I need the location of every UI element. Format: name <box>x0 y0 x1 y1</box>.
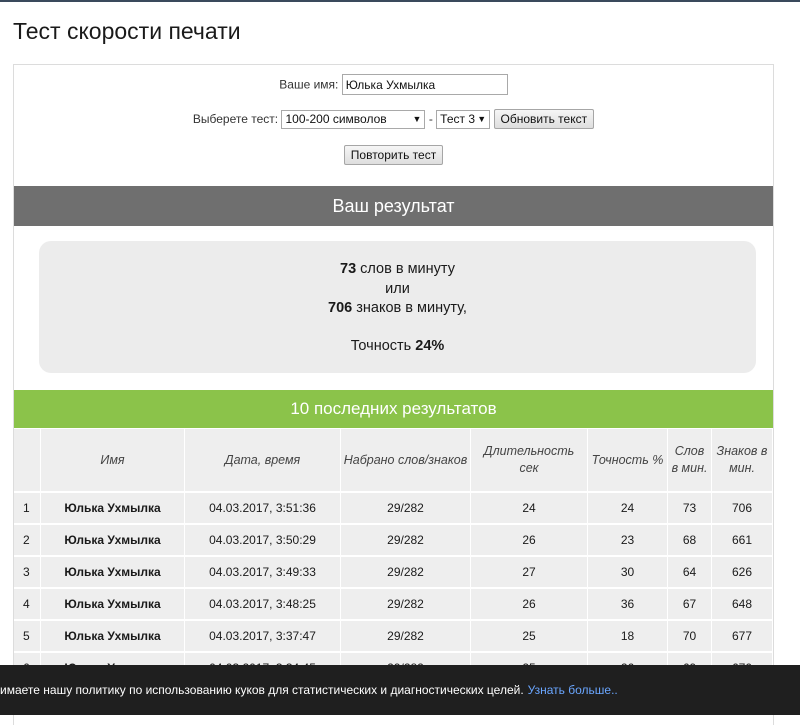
row-duration: 27 <box>471 555 588 587</box>
accuracy-label: Точность <box>350 338 416 354</box>
table-row: 1 Юлька Ухмылка 04.03.2017, 3:51:36 29/2… <box>14 491 773 523</box>
row-typed: 29/282 <box>341 523 471 555</box>
cookie-notice-bar: имаете нашу политику по использованию ку… <box>0 665 800 715</box>
row-wpm: 73 <box>668 491 712 523</box>
result-box: 73 слов в минуту или 706 знаков в минуту… <box>39 241 756 373</box>
row-number: 3 <box>14 555 41 587</box>
row-cpm: 706 <box>712 491 773 523</box>
col-header-cpm: Знаков в мин. <box>712 429 773 491</box>
row-accuracy: 30 <box>588 555 668 587</box>
cpm-value: 706 <box>328 300 353 316</box>
cookie-learn-more-link[interactable]: Узнать больше.. <box>528 683 618 697</box>
repeat-row: Повторить тест <box>14 145 773 165</box>
table-row: 3 Юлька Ухмылка 04.03.2017, 3:49:33 29/2… <box>14 555 773 587</box>
test-panel: Ваше имя: Выберете тест: 100-200 символо… <box>13 64 774 725</box>
wpm-line: 73 слов в минуту <box>39 261 756 277</box>
row-cpm: 648 <box>712 587 773 619</box>
test-length-select[interactable]: 100-200 символов ▼ <box>281 109 426 129</box>
table-row: 4 Юлька Ухмылка 04.03.2017, 3:48:25 29/2… <box>14 587 773 619</box>
col-header-wpm: Слов в мин. <box>668 429 712 491</box>
row-number: 2 <box>14 523 41 555</box>
separator: - <box>428 112 433 126</box>
row-accuracy: 36 <box>588 587 668 619</box>
col-header-duration: Длительность сек <box>471 429 588 491</box>
test-number-value: Тест 3 <box>440 111 475 126</box>
col-header-typed: Набрано слов/знаков <box>341 429 471 491</box>
test-label: Выберете тест: <box>192 112 279 126</box>
row-datetime: 04.03.2017, 3:50:29 <box>185 523 341 555</box>
row-duration: 26 <box>471 587 588 619</box>
col-header-accuracy: Точность % <box>588 429 668 491</box>
test-number-select[interactable]: Тест 3 ▼ <box>436 109 491 129</box>
accuracy-value: 24% <box>415 338 445 354</box>
cpm-line: 706 знаков в минуту, <box>39 300 756 316</box>
row-wpm: 68 <box>668 523 712 555</box>
row-cpm: 677 <box>712 619 773 651</box>
page-title: Тест скорости печати <box>13 18 241 44</box>
dropdown-arrow-icon: ▼ <box>412 113 422 124</box>
row-name: Юлька Ухмылка <box>41 619 185 651</box>
row-datetime: 04.03.2017, 3:49:33 <box>185 555 341 587</box>
col-header-name: Имя <box>41 429 185 491</box>
name-row: Ваше имя: <box>14 74 773 95</box>
name-label: Ваше имя: <box>279 77 339 92</box>
row-datetime: 04.03.2017, 3:48:25 <box>185 587 341 619</box>
row-datetime: 04.03.2017, 3:51:36 <box>185 491 341 523</box>
col-header-number <box>14 429 41 491</box>
row-number: 4 <box>14 587 41 619</box>
accuracy-line: Точность 24% <box>39 338 756 354</box>
row-typed: 29/282 <box>341 619 471 651</box>
results-table: Имя Дата, время Набрано слов/знаков Длит… <box>14 429 773 683</box>
row-duration: 26 <box>471 523 588 555</box>
result-header: Ваш результат <box>14 186 773 226</box>
row-typed: 29/282 <box>341 587 471 619</box>
last-results-header: 10 последних результатов <box>14 390 773 428</box>
row-wpm: 64 <box>668 555 712 587</box>
row-typed: 29/282 <box>341 555 471 587</box>
row-accuracy: 24 <box>588 491 668 523</box>
top-border <box>0 0 800 2</box>
table-row: 5 Юлька Ухмылка 04.03.2017, 3:37:47 29/2… <box>14 619 773 651</box>
row-duration: 24 <box>471 491 588 523</box>
wpm-value: 73 <box>340 261 357 277</box>
row-wpm: 67 <box>668 587 712 619</box>
cpm-label: знаков в минуту, <box>352 300 467 316</box>
row-cpm: 661 <box>712 523 773 555</box>
repeat-test-button[interactable]: Повторить тест <box>343 145 444 165</box>
row-accuracy: 18 <box>588 619 668 651</box>
col-header-datetime: Дата, время <box>185 429 341 491</box>
row-number: 5 <box>14 619 41 651</box>
wpm-label: слов в минуту <box>356 261 455 277</box>
test-select-row: Выберете тест: 100-200 символов ▼ - Тест… <box>14 109 773 129</box>
row-name: Юлька Ухмылка <box>41 523 185 555</box>
row-duration: 25 <box>471 619 588 651</box>
table-header-row: Имя Дата, время Набрано слов/знаков Длит… <box>14 429 773 491</box>
row-name: Юлька Ухмылка <box>41 587 185 619</box>
row-cpm: 626 <box>712 555 773 587</box>
row-typed: 29/282 <box>341 491 471 523</box>
row-datetime: 04.03.2017, 3:37:47 <box>185 619 341 651</box>
row-accuracy: 23 <box>588 523 668 555</box>
test-length-value: 100-200 символов <box>285 111 387 126</box>
dropdown-arrow-icon: ▼ <box>477 113 487 124</box>
table-row: 2 Юлька Ухмылка 04.03.2017, 3:50:29 29/2… <box>14 523 773 555</box>
name-input[interactable] <box>341 74 508 95</box>
row-name: Юлька Ухмылка <box>41 555 185 587</box>
or-line: или <box>385 281 410 297</box>
row-wpm: 70 <box>668 619 712 651</box>
refresh-text-button[interactable]: Обновить текст <box>493 109 595 129</box>
row-number: 1 <box>14 491 41 523</box>
cookie-notice-text: имаете нашу политику по использованию ку… <box>0 683 524 697</box>
row-name: Юлька Ухмылка <box>41 491 185 523</box>
